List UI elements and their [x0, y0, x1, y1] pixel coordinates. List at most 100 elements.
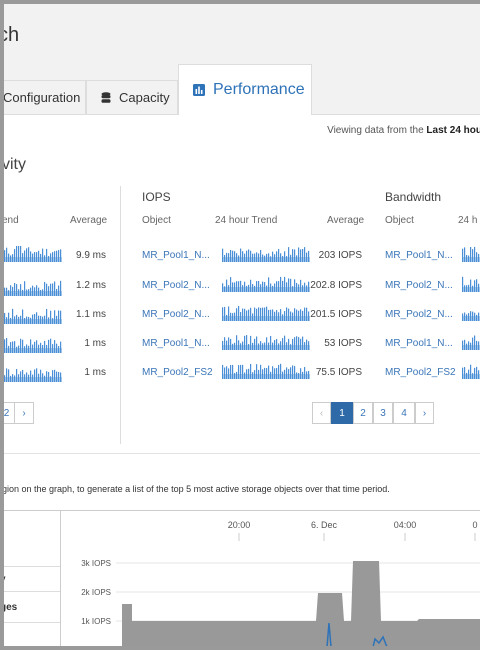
- sparkline-bar: [262, 343, 264, 350]
- iops-page-button[interactable]: 1: [331, 402, 353, 424]
- sparkline-bar: [42, 289, 44, 296]
- sparkline-bar: [12, 308, 14, 324]
- sparkline-bar: [272, 251, 274, 262]
- sparkline-bar: [228, 253, 230, 262]
- iops-object-link[interactable]: MR_Pool2_FS2: [142, 367, 213, 378]
- sparkline-bar: [42, 316, 44, 324]
- latency-trend-sparkline: [4, 246, 62, 262]
- sparkline-bar: [22, 253, 24, 262]
- sparkline-bar: [226, 340, 228, 350]
- x-tick-label: 0: [472, 520, 477, 530]
- sparkline-bar: [30, 317, 32, 324]
- sparkline-bar: [476, 366, 478, 379]
- sparkline-bar: [56, 288, 58, 296]
- tab-performance[interactable]: Performance: [178, 64, 312, 115]
- metric-list-item[interactable]: ges: [4, 602, 17, 613]
- sparkline-bar: [56, 250, 58, 262]
- sparkline-bar: [272, 285, 274, 292]
- sparkline-bar: [230, 365, 232, 379]
- iops-next-button[interactable]: ›: [415, 402, 434, 424]
- iops-object-link[interactable]: MR_Pool2_N...: [142, 309, 210, 320]
- sparkline-bar: [44, 315, 46, 324]
- sparkline-bar: [250, 307, 252, 321]
- sparkline-bar: [302, 285, 304, 292]
- metric-list-item[interactable]: y: [4, 574, 6, 585]
- sparkline-bar: [50, 253, 52, 262]
- iops-prev-button[interactable]: ‹: [312, 402, 331, 424]
- sparkline-bar: [478, 283, 480, 292]
- sparkline-bar: [242, 341, 244, 350]
- sparkline-bar: [8, 312, 10, 324]
- sparkline-bar: [278, 343, 280, 350]
- sparkline-bar: [266, 337, 268, 350]
- sparkline-bar: [296, 255, 298, 262]
- sparkline-bar: [278, 281, 280, 292]
- sparkline-bar: [228, 285, 230, 292]
- latency-average: 1.2 ms: [75, 280, 106, 291]
- sparkline-bar: [276, 310, 278, 321]
- iops-page-button[interactable]: 4: [393, 402, 415, 424]
- sparkline-bar: [48, 256, 50, 262]
- sparkline-bar: [48, 286, 50, 296]
- sparkline-bar: [246, 285, 248, 292]
- iops-average: 202.8 IOPS: [310, 280, 362, 291]
- iops-object-link[interactable]: MR_Pool1_N...: [142, 250, 210, 261]
- sparkline-bar: [248, 284, 250, 292]
- sparkline-bar: [280, 363, 282, 379]
- sparkline-bar: [6, 317, 8, 324]
- sparkline-bar: [224, 337, 226, 350]
- sparkline-bar: [38, 287, 40, 296]
- sparkline-bar: [252, 313, 254, 321]
- timeline-chart-panel: y ges 20:00 6. Dec 04:00 0 3k IOPS 2k IOPS 1k …: [4, 510, 480, 646]
- sparkline-bar: [264, 367, 266, 379]
- tab-capacity[interactable]: Capacity: [86, 80, 178, 114]
- bandwidth-object-link[interactable]: MR_Pool2_FS2: [385, 367, 456, 378]
- sparkline-bar: [296, 336, 298, 350]
- bandwidth-object-link[interactable]: MR_Pool1_N...: [385, 250, 453, 261]
- iops-page-button[interactable]: 2: [353, 402, 373, 424]
- sparkline-bar: [22, 289, 24, 296]
- sparkline-bar: [22, 339, 24, 353]
- bandwidth-object-link[interactable]: MR_Pool1_N...: [385, 338, 453, 349]
- sparkline-bar: [462, 367, 464, 379]
- sparkline-bar: [464, 339, 466, 350]
- sparkline-bar: [462, 276, 464, 292]
- sparkline-bar: [24, 318, 26, 324]
- bandwidth-object-link[interactable]: MR_Pool2_N...: [385, 280, 453, 291]
- sparkline-bar: [12, 374, 14, 382]
- tab-configuration[interactable]: Configuration: [4, 80, 86, 114]
- sparkline-bar: [304, 282, 306, 292]
- sparkline-bar: [266, 306, 268, 321]
- iops-object-link[interactable]: MR_Pool1_N...: [142, 338, 210, 349]
- sparkline-bar: [466, 255, 468, 262]
- sparkline-bar: [34, 287, 36, 296]
- sparkline-bar: [288, 247, 290, 262]
- sparkline-bar: [304, 342, 306, 350]
- sparkline-bar: [32, 285, 34, 296]
- sparkline-bar: [50, 283, 52, 296]
- sparkline-bar: [32, 374, 34, 382]
- sparkline-bar: [8, 290, 10, 296]
- timeline-chart[interactable]: 20:00 6. Dec 04:00 0 3k IOPS 2k IOPS 1k IOPS: [61, 511, 480, 646]
- sparkline-bar: [476, 340, 478, 350]
- latency-trend-sparkline: [4, 337, 62, 353]
- sparkline-bar: [6, 247, 8, 262]
- sparkline-bar: [46, 344, 48, 353]
- sparkline-bar: [246, 369, 248, 379]
- list-divider: [4, 622, 60, 623]
- iops-object-link[interactable]: MR_Pool2_N...: [142, 280, 210, 291]
- bandwidth-trend-header: 24 h: [458, 215, 478, 226]
- sparkline-bar: [238, 340, 240, 350]
- sparkline-bar: [36, 340, 38, 353]
- bar-chart-icon: [193, 84, 205, 96]
- viewing-range[interactable]: Last 24 hou: [426, 125, 480, 136]
- sparkline-bar: [8, 345, 10, 353]
- sparkline-bar: [32, 314, 34, 324]
- sparkline-bar: [30, 370, 32, 382]
- sparkline-bar: [286, 367, 288, 379]
- x-tick-label: 04:00: [394, 520, 417, 530]
- latency-next-button[interactable]: ›: [14, 402, 34, 424]
- iops-page-button[interactable]: 3: [373, 402, 393, 424]
- bandwidth-object-link[interactable]: MR_Pool2_N...: [385, 309, 453, 320]
- latency-average: 1 ms: [84, 367, 106, 378]
